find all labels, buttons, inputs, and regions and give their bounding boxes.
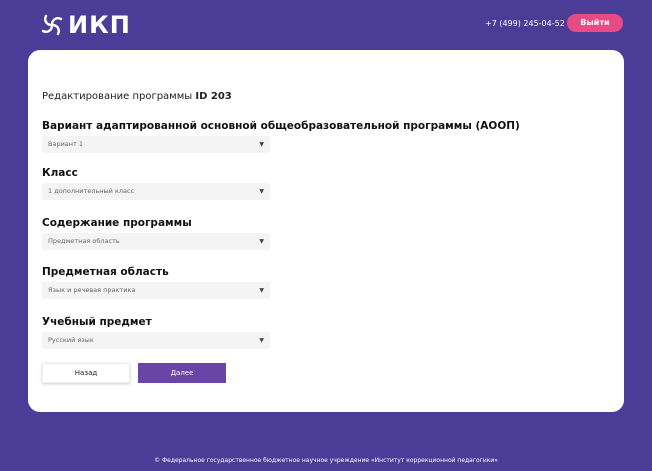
dropdown-arrow-icon: ▼ (259, 238, 264, 245)
aoop-variant-value: Вариант 1 (48, 140, 84, 148)
aoop-variant-select[interactable]: Вариант 1 ▼ (42, 136, 270, 153)
footer-copyright: © Федеральное государственное бюджетное … (154, 457, 498, 464)
logo[interactable]: ИКП (40, 12, 131, 38)
form-card: Редактирование программы ID 203 Вариант … (28, 50, 624, 412)
program-content-label: Содержание программы (42, 217, 192, 229)
subject-label: Учебный предмет (42, 316, 152, 328)
logo-text: ИКП (68, 11, 131, 39)
phone-number[interactable]: +7 (499) 245-04-52 (485, 19, 565, 28)
page-title-text: Редактирование программы (42, 91, 193, 102)
header: ИКП +7 (499) 245-04-52 Выйти (0, 0, 652, 48)
page-title: Редактирование программы ID 203 (42, 91, 232, 102)
dropdown-arrow-icon: ▼ (259, 188, 264, 195)
subject-value: Русский язык (48, 336, 94, 344)
subject-area-label: Предметная область (42, 266, 169, 278)
swirl-logo-icon (41, 14, 63, 36)
aoop-variant-label: Вариант адаптированной основной общеобра… (42, 120, 520, 132)
subject-select[interactable]: Русский язык ▼ (42, 332, 270, 349)
back-button[interactable]: Назад (42, 363, 130, 383)
class-value: 1 дополнительный класс (48, 187, 135, 195)
logout-button[interactable]: Выйти (567, 14, 623, 32)
program-content-select[interactable]: Предметная область ▼ (42, 233, 270, 250)
program-content-value: Предметная область (48, 237, 120, 245)
class-select[interactable]: 1 дополнительный класс ▼ (42, 183, 270, 200)
next-button[interactable]: Далее (138, 363, 226, 383)
class-label: Класс (42, 167, 78, 179)
program-id: ID 203 (195, 91, 232, 102)
dropdown-arrow-icon: ▼ (259, 287, 264, 294)
subject-area-select[interactable]: Язык и речевая практика ▼ (42, 282, 270, 299)
subject-area-value: Язык и речевая практика (48, 286, 136, 294)
dropdown-arrow-icon: ▼ (259, 141, 264, 148)
dropdown-arrow-icon: ▼ (259, 337, 264, 344)
